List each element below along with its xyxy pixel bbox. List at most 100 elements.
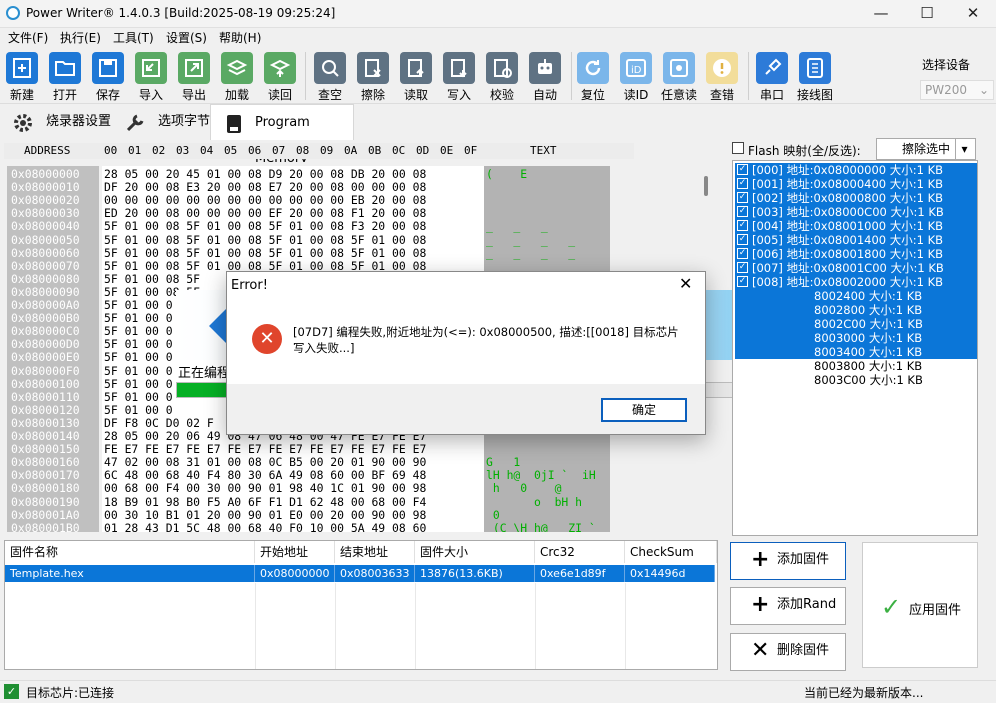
hex-bytes: 47 02 00 08 31 01 00 08 0C B5 00 20 01 9… (104, 455, 427, 470)
sector-item[interactable]: ✓8002400 大小:1 KB (735, 289, 977, 303)
sector-item[interactable]: ✓ [006] 地址:0x08001800 大小:1 KB (735, 247, 977, 261)
new-icon (6, 52, 38, 84)
toolbar-separator (305, 52, 306, 100)
delete-firmware-button[interactable]: ✕ 删除固件 (730, 633, 846, 671)
hex-bytes: 00 68 00 F4 00 30 00 90 01 98 40 1C 01 9… (104, 481, 427, 496)
sector-item[interactable]: ✓ [005] 地址:0x08001400 大小:1 KB (735, 233, 977, 247)
cell-start[interactable]: 0x08000000 (255, 565, 335, 582)
firmware-table: 固件名称 开始地址 结束地址 固件大小 Crc32 CheckSum Templ… (4, 540, 718, 670)
chevron-down-icon: ▾ (955, 139, 973, 159)
read-id-button[interactable]: iD 读ID (614, 52, 658, 104)
any-read-button[interactable]: 任意读 (657, 52, 701, 104)
device-value: PW200 (925, 83, 968, 97)
hex-column-header: 0F (464, 144, 478, 157)
auto-button[interactable]: 自动 (523, 52, 567, 104)
dialog-close-icon[interactable]: ✕ (679, 274, 692, 293)
sector-item[interactable]: ✓8003800 大小:1 KB (735, 359, 977, 373)
open-button[interactable]: 打开 (43, 52, 87, 104)
write-button[interactable]: 写入 (437, 52, 481, 104)
wrench-icon (126, 114, 144, 132)
verify-button[interactable]: 校验 (480, 52, 524, 104)
grid-line (335, 583, 336, 669)
tab-option-bytes[interactable]: 选项字节 (112, 104, 210, 140)
apply-firmware-button[interactable]: ✓ 应用固件 (862, 542, 978, 668)
checkbox-icon[interactable]: ✓ (737, 178, 748, 189)
checkbox-icon[interactable]: ✓ (737, 276, 748, 287)
sector-label: [004] 地址:0x08001000 大小:1 KB (752, 219, 944, 233)
cell-checksum[interactable]: 0x14496d (625, 565, 715, 582)
minimize-button[interactable]: — (858, 0, 904, 28)
vertical-scrollbar[interactable] (704, 176, 708, 196)
tab-programmer-settings[interactable]: 烧录器设置 (0, 104, 112, 140)
flash-select-all-checkbox[interactable] (732, 142, 744, 154)
hex-column-header: 07 (272, 144, 286, 157)
hex-bytes: 5F 01 00 08 5F (104, 271, 201, 286)
checkbox-icon[interactable]: ✓ (737, 192, 748, 203)
sector-item[interactable]: ✓8002800 大小:1 KB (735, 303, 977, 317)
hex-bytes: 01 28 43 D1 5C 48 00 68 40 F0 10 00 5A 4… (104, 520, 427, 535)
sector-item[interactable]: ✓ [000] 地址:0x08000000 大小:1 KB (735, 163, 977, 177)
checkbox-icon[interactable]: ✓ (737, 234, 748, 245)
new-button[interactable]: 新建 (0, 52, 44, 104)
cell-name[interactable]: Template.hex (5, 565, 255, 582)
tab-bar: 烧录器设置 选项字节 Program Memory (0, 104, 730, 166)
sector-item[interactable]: ✓8003400 大小:1 KB (735, 345, 977, 359)
blank-check-button[interactable]: 查空 (308, 52, 352, 104)
menu-file[interactable]: 文件(F) (8, 29, 48, 46)
cell-size[interactable]: 13876(13.6KB) (415, 565, 535, 582)
sector-label: 8003800 大小:1 KB (814, 359, 923, 373)
sector-list[interactable]: ✓ [000] 地址:0x08000000 大小:1 KB ✓ [001] 地址:0x… (732, 160, 978, 536)
menu-settings[interactable]: 设置(S) (166, 29, 207, 46)
add-firmware-button[interactable]: + 添加固件 (730, 542, 846, 580)
sector-item[interactable]: ✓ [001] 地址:0x08000400 大小:1 KB (735, 177, 977, 191)
reset-button[interactable]: 复位 (571, 52, 615, 104)
hex-column-header: 02 (152, 144, 166, 157)
hex-bytes: FE E7 FE E7 FE E7 FE E7 FE E7 FE E7 FE E… (104, 442, 427, 457)
add-rand-button[interactable]: + 添加Rand (730, 587, 846, 625)
menu-tools[interactable]: 工具(T) (113, 29, 154, 46)
close-button[interactable]: ✕ (950, 0, 996, 28)
erase-selected-button[interactable]: 擦除选中 ▾ (876, 138, 976, 160)
hex-address: 0x08000080 (11, 271, 80, 286)
sector-label: [003] 地址:0x08000C00 大小:1 KB (752, 205, 944, 219)
sector-item[interactable]: ✓ [007] 地址:0x08001C00 大小:1 KB (735, 261, 977, 275)
readback-button[interactable]: 读回 (258, 52, 302, 104)
sector-item[interactable]: ✓8002C00 大小:1 KB (735, 317, 977, 331)
hex-address: 0x08000130 (11, 415, 80, 430)
wiring-button[interactable]: 接线图 (793, 52, 837, 104)
checkbox-icon[interactable]: ✓ (737, 220, 748, 231)
sector-item[interactable]: ✓ [003] 地址:0x08000C00 大小:1 KB (735, 205, 977, 219)
hex-bytes: 00 00 00 00 00 00 00 00 00 00 00 00 EB 2… (104, 193, 427, 208)
save-button[interactable]: 保存 (86, 52, 130, 104)
serial-button[interactable]: 串口 (750, 52, 794, 104)
cell-crc32[interactable]: 0xe6e1d89f (535, 565, 625, 582)
load-button[interactable]: 加载 (215, 52, 259, 104)
checkbox-icon[interactable]: ✓ (737, 262, 748, 273)
checkbox-icon[interactable]: ✓ (737, 248, 748, 259)
sector-item[interactable]: ✓ [008] 地址:0x08002000 大小:1 KB (735, 275, 977, 289)
hex-column-header: 0C (392, 144, 406, 157)
checkbox-icon[interactable]: ✓ (737, 206, 748, 217)
menu-help[interactable]: 帮助(H) (219, 29, 261, 46)
hex-bytes: 5F 01 00 08 5F 01 00 08 5F 01 00 08 F3 2… (104, 219, 427, 234)
export-button[interactable]: 导出 (172, 52, 216, 104)
hex-column-header: ADDRESS (24, 144, 71, 157)
erase-button[interactable]: 擦除 (351, 52, 395, 104)
ok-button[interactable]: 确定 (601, 398, 687, 422)
menu-execute[interactable]: 执行(E) (60, 29, 101, 46)
read-button[interactable]: 读取 (394, 52, 438, 104)
device-select[interactable]: PW200 ⌄ (920, 80, 994, 100)
sector-item[interactable]: ✓ [004] 地址:0x08001000 大小:1 KB (735, 219, 977, 233)
sector-item[interactable]: ✓8003C00 大小:1 KB (735, 373, 977, 387)
maximize-button[interactable]: ☐ (904, 0, 950, 28)
checkbox-icon[interactable]: ✓ (737, 164, 748, 175)
tab-program-memory[interactable]: Program Memory (210, 104, 354, 166)
search-icon (314, 52, 346, 84)
import-button[interactable]: 导入 (129, 52, 173, 104)
hex-address: 0x08000100 (11, 376, 80, 391)
sector-item[interactable]: ✓8003000 大小:1 KB (735, 331, 977, 345)
cell-end[interactable]: 0x08003633 (335, 565, 415, 582)
sector-item[interactable]: ✓ [002] 地址:0x08000800 大小:1 KB (735, 191, 977, 205)
check-error-button[interactable]: 查错 (700, 52, 744, 104)
dialog-body: Error! ✕ ✕ [07D7] 编程失败,附近地址为(<=): 0x0800… (227, 272, 705, 384)
